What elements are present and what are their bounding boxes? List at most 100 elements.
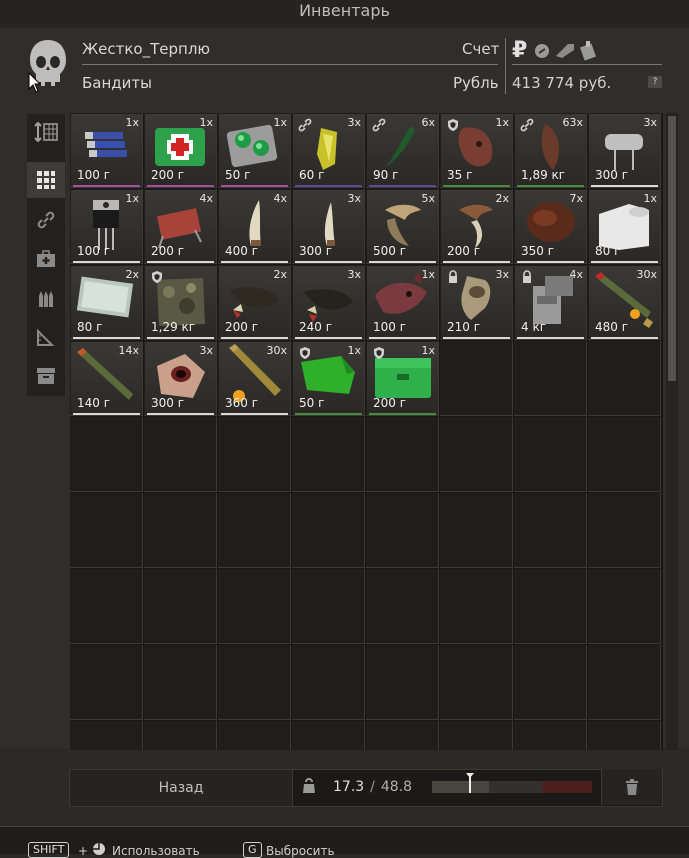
grid-cell[interactable] [218, 569, 291, 644]
item-fang-small[interactable]: 3x 300 г [293, 190, 364, 263]
item-green-cloth[interactable]: 1x 50 г [293, 342, 364, 415]
item-dog-head[interactable]: 1x 35 г [441, 114, 512, 187]
filter-barter-button[interactable] [27, 202, 65, 238]
item-toilet-paper[interactable]: 1x 80 г [589, 190, 660, 263]
grid-cell[interactable] [366, 417, 439, 492]
grid-cell[interactable] [588, 417, 661, 492]
item-yellow-crystal[interactable]: 3x 60 г [293, 114, 364, 187]
item-boar-tusk-dark[interactable]: 3x 240 г [293, 266, 364, 339]
filter-containers-button[interactable] [27, 358, 65, 394]
item-transistor[interactable]: 1x 100 г [71, 190, 142, 263]
item-claw[interactable]: 5x 500 г [367, 190, 438, 263]
grid-cell[interactable] [292, 645, 365, 720]
item-camo-vest[interactable]: 1,29 кг [145, 266, 216, 339]
grid-icon [37, 171, 55, 189]
filter-all-button[interactable] [27, 162, 65, 198]
item-cartridge-green[interactable]: 14x 140 г [71, 342, 142, 415]
grid-cell[interactable] [588, 645, 661, 720]
item-badge-icon[interactable] [578, 39, 600, 61]
item-green-pills[interactable]: 1x 50 г [219, 114, 290, 187]
item-tail[interactable]: 63x 1,89 кг [515, 114, 586, 187]
item-claw-dark[interactable]: 2x 200 г [441, 190, 512, 263]
grid-cell[interactable] [514, 417, 587, 492]
grid-cell[interactable] [440, 341, 513, 416]
grid-cell[interactable] [440, 645, 513, 720]
item-rat-head[interactable]: 1x 100 г [367, 266, 438, 339]
grid-cell[interactable] [588, 493, 661, 568]
item-price: 240 г [299, 320, 333, 334]
item-cartridge-brass[interactable]: 30x 360 г [219, 342, 290, 415]
grid-cell[interactable] [70, 569, 143, 644]
filter-medical-button[interactable] [27, 241, 65, 277]
item-count: 3x [347, 268, 361, 281]
grid-cell[interactable] [514, 493, 587, 568]
grid-cell[interactable] [366, 569, 439, 644]
filter-ammo-button[interactable] [27, 280, 65, 316]
help-button[interactable]: ? [648, 76, 662, 88]
item-money-stack[interactable]: 2x 80 г [71, 266, 142, 339]
grid-cell[interactable] [366, 493, 439, 568]
filter-tools-button[interactable] [27, 319, 65, 355]
discard-button[interactable] [601, 769, 662, 805]
grid-cell[interactable] [218, 721, 291, 750]
medkit-icon [37, 250, 55, 267]
item-cartridge-red[interactable]: 30x 480 г [589, 266, 660, 339]
grid-cell[interactable] [218, 417, 291, 492]
item-rarity-bar [221, 337, 288, 339]
scrollbar-thumb[interactable] [668, 116, 676, 381]
item-capacitor[interactable]: 3x 300 г [589, 114, 660, 187]
grid-cell[interactable] [440, 569, 513, 644]
item-green-claw[interactable]: 6x 90 г [367, 114, 438, 187]
grid-cell[interactable] [588, 569, 661, 644]
item-medkit[interactable]: 1x 200 г [145, 114, 216, 187]
g-key: G [243, 842, 262, 858]
grid-cell[interactable] [70, 721, 143, 750]
grid-cell[interactable] [292, 721, 365, 750]
grid-cell[interactable] [366, 721, 439, 750]
grid-cell[interactable] [588, 341, 661, 416]
back-button[interactable]: Назад [69, 769, 293, 807]
grid-cell[interactable] [144, 721, 217, 750]
item-fur[interactable]: 7x 350 г [515, 190, 586, 263]
item-green-case[interactable]: 1x 200 г [367, 342, 438, 415]
grid-cell[interactable] [144, 645, 217, 720]
grid-cell[interactable] [144, 569, 217, 644]
item-boar-tusk[interactable]: 2x 200 г [219, 266, 290, 339]
grid-cell[interactable] [440, 721, 513, 750]
grid-cell[interactable] [440, 493, 513, 568]
account-balance: 413 774 руб. [512, 74, 612, 92]
grid-cell[interactable] [218, 645, 291, 720]
grid-cell[interactable] [144, 493, 217, 568]
sort-button[interactable] [27, 114, 65, 150]
grid-cell[interactable] [514, 645, 587, 720]
grid-cell[interactable] [218, 493, 291, 568]
grid-cell[interactable] [366, 645, 439, 720]
grid-cell[interactable] [292, 417, 365, 492]
key-card-icon[interactable] [554, 40, 578, 60]
item-fang[interactable]: 4x 400 г [219, 190, 290, 263]
grid-cell[interactable] [588, 721, 661, 750]
category-sidebar [27, 114, 65, 396]
ruble-icon[interactable]: ₽ [512, 38, 527, 63]
coin-icon[interactable] [534, 43, 550, 59]
grid-cell[interactable] [514, 341, 587, 416]
grid-cell[interactable] [70, 417, 143, 492]
grid-cell[interactable] [144, 417, 217, 492]
grid-cell[interactable] [292, 493, 365, 568]
grid-cell[interactable] [440, 417, 513, 492]
item-rarity-bar [369, 261, 436, 263]
grid-cell[interactable] [70, 493, 143, 568]
item-eye-flesh[interactable]: 3x 300 г [145, 342, 216, 415]
grid-cell[interactable] [514, 721, 587, 750]
grid-cell[interactable] [70, 645, 143, 720]
item-bone[interactable]: 3x 210 г [441, 266, 512, 339]
item-rarity-bar [369, 337, 436, 339]
item-metal-box[interactable]: 4x 4 кг [515, 266, 586, 339]
link-icon [37, 211, 55, 229]
item-resistor[interactable]: 4x 200 г [145, 190, 216, 263]
item-count: 7x [569, 192, 583, 205]
grid-cell[interactable] [292, 569, 365, 644]
grid-cell[interactable] [514, 569, 587, 644]
item-price: 140 г [77, 396, 111, 410]
item-batteries[interactable]: 1x 100 г [71, 114, 142, 187]
